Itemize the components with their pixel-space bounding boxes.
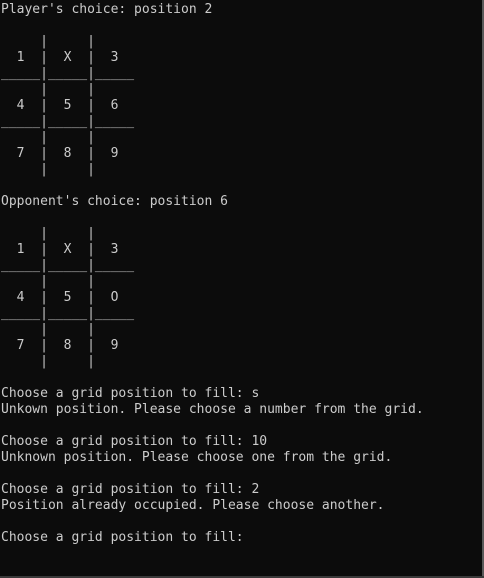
board-line: 4 | 5 | O [1, 290, 119, 305]
console-line: Player's choice: position 2 [1, 2, 213, 17]
console-line: Unknown position. Please choose one from… [1, 450, 393, 465]
board-line: | | [1, 34, 95, 49]
console-output: Player's choice: position 2 | | 1 | X | … [1, 2, 484, 546]
board-line: _____|_____|_____ [1, 114, 135, 129]
console-line: Position already occupied. Please choose… [1, 498, 385, 513]
board-line: 4 | 5 | 6 [1, 98, 119, 113]
console-line: Choose a grid position to fill: s [1, 386, 260, 401]
board-line: 1 | X | 3 [1, 242, 119, 257]
board-line: | | [1, 322, 95, 337]
board-line: _____|_____|_____ [1, 258, 135, 273]
console-line: Choose a grid position to fill: 2 [1, 482, 260, 497]
console-window[interactable]: Player's choice: position 2 | | 1 | X | … [0, 0, 484, 578]
input-prompt[interactable]: Choose a grid position to fill: [1, 530, 484, 546]
board-line: | | [1, 274, 95, 289]
console-line: Choose a grid position to fill: 10 [1, 434, 268, 449]
board-line: 1 | X | 3 [1, 50, 119, 65]
board-line: | | [1, 130, 95, 145]
board-line: | | [1, 162, 95, 177]
console-line: Unkown position. Please choose a number … [1, 402, 424, 417]
console-line: Opponent's choice: position 6 [1, 194, 228, 209]
board-line: | | [1, 82, 95, 97]
board-line: _____|_____|_____ [1, 66, 135, 81]
board-line: 7 | 8 | 9 [1, 338, 119, 353]
board-line: | | [1, 226, 95, 241]
board-line: _____|_____|_____ [1, 306, 135, 321]
board-line: | | [1, 354, 95, 369]
board-line: 7 | 8 | 9 [1, 146, 119, 161]
